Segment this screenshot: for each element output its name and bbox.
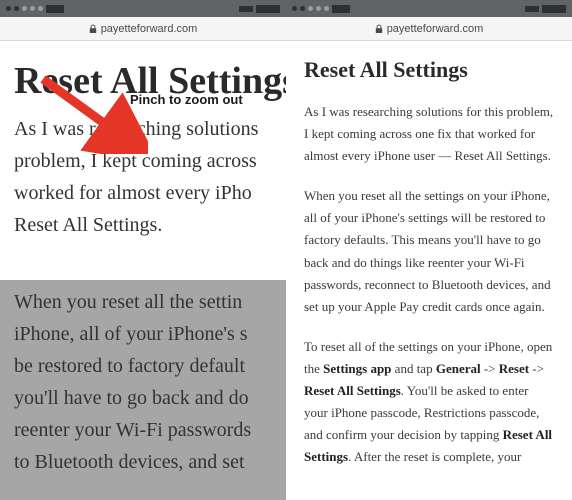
battery-indicator <box>542 5 566 13</box>
paragraph-2: When you reset all the settin iPhone, al… <box>14 286 272 478</box>
page-heading: Reset All Settings <box>14 59 272 103</box>
status-bar <box>0 0 286 17</box>
page-heading: Reset All Settings <box>304 57 554 83</box>
lock-icon <box>89 24 97 34</box>
status-indicator <box>239 6 253 12</box>
status-indicator <box>525 6 539 12</box>
carrier-indicator <box>332 5 350 13</box>
paragraph-1: As I was researching solutions for this … <box>304 101 554 167</box>
status-bar <box>286 0 572 17</box>
address-bar[interactable]: payetteforward.com <box>0 17 286 41</box>
paragraph-3: To reset all of the settings on your iPh… <box>304 336 554 469</box>
lock-icon <box>375 24 383 34</box>
page-content[interactable]: Reset All Settings As I was researching … <box>286 41 572 468</box>
address-bar[interactable]: payetteforward.com <box>286 17 572 41</box>
carrier-indicator <box>46 5 64 13</box>
url-text: payetteforward.com <box>387 23 484 35</box>
screenshot-right: payetteforward.com Reset All Settings As… <box>286 0 572 500</box>
battery-indicator <box>256 5 280 13</box>
url-text: payetteforward.com <box>101 23 198 35</box>
page-content[interactable]: Reset All Settings As I was researching … <box>0 41 286 241</box>
paragraph-1: As I was researching solutions problem, … <box>14 113 272 241</box>
screenshot-left: payetteforward.com Reset All Settings As… <box>0 0 286 500</box>
paragraph-2: When you reset all the settings on your … <box>304 185 554 318</box>
zoom-dim-overlay: When you reset all the settin iPhone, al… <box>0 280 286 500</box>
